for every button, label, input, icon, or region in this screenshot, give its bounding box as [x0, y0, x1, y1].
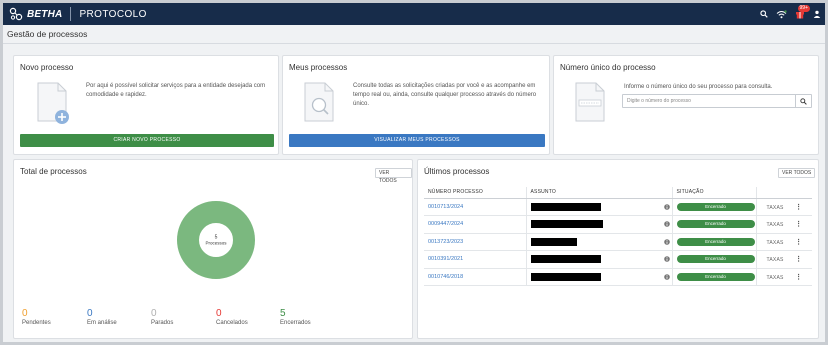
top-bar: BETHA PROTOCOLO 99+	[3, 3, 825, 25]
search-icon[interactable]	[760, 10, 768, 18]
table-row[interactable]: 0010746/2018 Encerrado TAXAS ⋮	[424, 268, 812, 286]
stat-encerrados[interactable]: 5 Encerrados	[280, 308, 311, 326]
new-document-icon	[37, 82, 69, 124]
taxas-link[interactable]: TAXAS	[767, 257, 784, 263]
novo-processo-card: Novo processo Por aqui é possível solici…	[13, 55, 279, 155]
table-row[interactable]: 0010713/2024 Encerrado TAXAS ⋮	[424, 198, 812, 216]
process-number-link[interactable]: 0010391/2021	[428, 256, 463, 262]
view-all-button[interactable]: VER TODOS	[375, 168, 412, 184]
info-icon[interactable]	[664, 273, 670, 280]
taxas-link[interactable]: TAXAS	[767, 275, 784, 281]
meus-processos-description: Consulte todas as solicitações criadas p…	[353, 83, 537, 107]
notification-badge: 99+	[797, 5, 810, 12]
taxas-link[interactable]: TAXAS	[767, 222, 784, 228]
redacted-subject	[530, 202, 601, 211]
page-title: Gestão de processos	[7, 29, 88, 39]
stat-label: Em análise	[87, 320, 117, 326]
status-badge: Encerrado	[676, 272, 755, 281]
novo-processo-description: Por aqui é possível solicitar serviços p…	[86, 83, 266, 98]
card-title: Últimos processos	[424, 167, 490, 176]
create-process-button[interactable]: CRIAR NOVO PROCESSO	[20, 134, 274, 147]
redacted-subject	[530, 272, 601, 281]
meus-processos-card: Meus processos Consulte todas as solicit…	[282, 55, 550, 155]
column-header	[755, 187, 812, 199]
title-divider	[3, 43, 825, 44]
app-name: PROTOCOLO	[79, 8, 147, 20]
brand[interactable]: BETHA PROTOCOLO	[9, 3, 147, 25]
numero-unico-card: Número único do processo Informe o númer…	[553, 55, 819, 155]
total-processos-card: Total de processos VER TODOS 5 Processos…	[13, 159, 413, 339]
stat-value: 5	[280, 308, 286, 319]
table-header-row: NÚMERO PROCESSO ASSUNTO SITUAÇÃO	[424, 187, 812, 199]
column-header: SITUAÇÃO	[671, 187, 756, 199]
processes-table: NÚMERO PROCESSO ASSUNTO SITUAÇÃO 0010713…	[424, 187, 812, 286]
app-frame: BETHA PROTOCOLO 99+ Gestão de processos …	[3, 3, 825, 342]
info-icon[interactable]	[664, 238, 670, 245]
status-badge: Encerrado	[676, 237, 755, 246]
card-title: Total de processos	[20, 167, 87, 176]
stat-cancelados[interactable]: 0 Cancelados	[216, 308, 248, 326]
taxas-link[interactable]: TAXAS	[767, 240, 784, 246]
stat-em-analise[interactable]: 0 Em análise	[87, 308, 117, 326]
info-icon[interactable]	[664, 203, 670, 210]
notifications[interactable]: 99+	[795, 5, 810, 19]
stat-parados[interactable]: 0 Parados	[151, 308, 173, 326]
process-number-link[interactable]: 0010713/2024	[428, 204, 463, 210]
card-title: Novo processo	[20, 63, 74, 72]
more-options-icon[interactable]: ⋮	[795, 239, 802, 246]
redacted-subject	[530, 220, 603, 229]
betha-logo-icon	[9, 7, 23, 21]
taxas-link[interactable]: TAXAS	[767, 205, 784, 211]
stat-value: 0	[151, 308, 157, 319]
stat-pendentes[interactable]: 0 Pendentes	[22, 308, 51, 326]
more-options-icon[interactable]: ⋮	[795, 221, 802, 228]
card-title: Número único do processo	[560, 63, 656, 72]
stat-value: 0	[22, 308, 28, 319]
process-number-link[interactable]: 0013723/2023	[428, 239, 463, 245]
numero-unico-description: Informe o número único do seu processo p…	[624, 84, 773, 90]
process-number-link[interactable]: 0009447/2024	[428, 221, 463, 227]
column-header: NÚMERO PROCESSO	[424, 187, 526, 199]
process-number-link[interactable]: 0010746/2018	[428, 274, 463, 280]
wifi-icon[interactable]	[776, 9, 787, 19]
stat-label: Cancelados	[216, 320, 248, 326]
more-options-icon[interactable]: ⋮	[795, 274, 802, 281]
ultimos-processos-card: Últimos processos VER TODOS NÚMERO PROCE…	[417, 159, 819, 339]
search-icon	[800, 97, 807, 105]
view-my-processes-button[interactable]: VISUALIZAR MEUS PROCESSOS	[289, 134, 545, 147]
view-all-button[interactable]: VER TODOS	[778, 168, 816, 178]
stat-label: Pendentes	[22, 320, 51, 326]
column-header: ASSUNTO	[525, 187, 672, 199]
card-title: Meus processos	[289, 63, 348, 72]
user-icon[interactable]	[813, 10, 821, 18]
status-badge: Encerrado	[676, 202, 755, 211]
table-row[interactable]: 0013723/2023 Encerrado TAXAS ⋮	[424, 233, 812, 251]
stat-value: 0	[216, 308, 222, 319]
processes-donut-chart: 5 Processos	[177, 201, 255, 279]
top-icons: 99+	[760, 3, 821, 25]
stat-value: 0	[87, 308, 93, 319]
stat-label: Parados	[151, 320, 174, 326]
table-row[interactable]: 0010391/2021 Encerrado TAXAS ⋮	[424, 250, 812, 269]
info-icon[interactable]	[664, 256, 670, 263]
process-number-input[interactable]	[623, 95, 795, 107]
more-options-icon[interactable]: ⋮	[795, 204, 802, 211]
redacted-subject	[530, 237, 577, 246]
brand-separator	[70, 7, 72, 21]
status-badge: Encerrado	[676, 220, 755, 229]
redacted-subject	[530, 255, 601, 264]
status-badge: Encerrado	[676, 255, 755, 264]
process-search-button[interactable]	[795, 95, 811, 107]
document-number-icon	[575, 82, 605, 122]
table-row[interactable]: 0009447/2024 Encerrado TAXAS ⋮	[424, 215, 812, 234]
search-document-icon	[304, 82, 334, 122]
brand-name: BETHA	[27, 8, 63, 20]
more-options-icon[interactable]: ⋮	[795, 256, 802, 263]
process-number-search	[622, 94, 812, 108]
donut-label: Processos	[205, 241, 227, 246]
info-icon[interactable]	[664, 221, 670, 228]
stat-label: Encerrados	[280, 320, 311, 326]
